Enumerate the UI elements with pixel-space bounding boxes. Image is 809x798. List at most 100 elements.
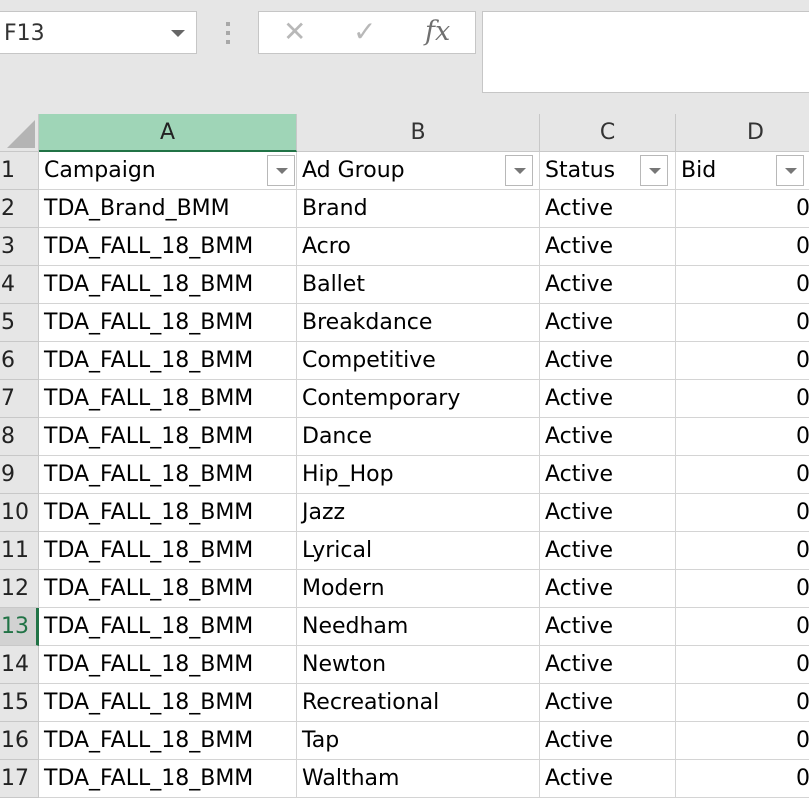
cell-d15[interactable]: 0.5 bbox=[676, 684, 809, 722]
cell-c17[interactable]: Active bbox=[540, 760, 676, 798]
cell-d12[interactable]: 0.5 bbox=[676, 570, 809, 608]
cell-c2[interactable]: Active bbox=[540, 190, 676, 228]
cell-d5[interactable]: 0.5 bbox=[676, 304, 809, 342]
cell-b6[interactable]: Competitive bbox=[297, 342, 540, 380]
row-header-17[interactable]: 17 bbox=[0, 760, 39, 798]
cell-b4[interactable]: Ballet bbox=[297, 266, 540, 304]
filter-dropdown-icon[interactable] bbox=[640, 155, 668, 186]
row-header-8[interactable]: 8 bbox=[0, 418, 39, 456]
cell-a17[interactable]: TDA_FALL_18_BMM bbox=[39, 760, 297, 798]
formula-bar-resize-grip[interactable] bbox=[226, 22, 230, 44]
row-header-2[interactable]: 2 bbox=[0, 190, 39, 228]
column-header-b[interactable]: B bbox=[297, 114, 540, 152]
row-header-12[interactable]: 12 bbox=[0, 570, 39, 608]
cancel-icon[interactable]: ✕ bbox=[283, 16, 306, 48]
cell-a15[interactable]: TDA_FALL_18_BMM bbox=[39, 684, 297, 722]
row-header-7[interactable]: 7 bbox=[0, 380, 39, 418]
enter-check-icon[interactable]: ✓ bbox=[353, 16, 376, 48]
header-cell-b[interactable]: Ad Group bbox=[297, 152, 540, 190]
cell-d11[interactable]: 0.5 bbox=[676, 532, 809, 570]
cell-b11[interactable]: Lyrical bbox=[297, 532, 540, 570]
select-all-button[interactable] bbox=[0, 114, 39, 152]
cell-c14[interactable]: Active bbox=[540, 646, 676, 684]
name-box[interactable]: F13 bbox=[0, 11, 197, 54]
cell-a12[interactable]: TDA_FALL_18_BMM bbox=[39, 570, 297, 608]
cell-c12[interactable]: Active bbox=[540, 570, 676, 608]
row-header-3[interactable]: 3 bbox=[0, 228, 39, 266]
cell-c6[interactable]: Active bbox=[540, 342, 676, 380]
cell-a8[interactable]: TDA_FALL_18_BMM bbox=[39, 418, 297, 456]
cell-b2[interactable]: Brand bbox=[297, 190, 540, 228]
cell-a10[interactable]: TDA_FALL_18_BMM bbox=[39, 494, 297, 532]
header-cell-a[interactable]: Campaign bbox=[39, 152, 297, 190]
filter-dropdown-icon[interactable] bbox=[505, 155, 533, 186]
cell-b7[interactable]: Contemporary bbox=[297, 380, 540, 418]
cell-c7[interactable]: Active bbox=[540, 380, 676, 418]
row-header-15[interactable]: 15 bbox=[0, 684, 39, 722]
cell-c9[interactable]: Active bbox=[540, 456, 676, 494]
cell-c13[interactable]: Active bbox=[540, 608, 676, 646]
cell-d6[interactable]: 0.5 bbox=[676, 342, 809, 380]
cell-b17[interactable]: Waltham bbox=[297, 760, 540, 798]
cell-a7[interactable]: TDA_FALL_18_BMM bbox=[39, 380, 297, 418]
cell-d16[interactable]: 0.5 bbox=[676, 722, 809, 760]
row-header-14[interactable]: 14 bbox=[0, 646, 39, 684]
row-header-11[interactable]: 11 bbox=[0, 532, 39, 570]
cell-c11[interactable]: Active bbox=[540, 532, 676, 570]
cell-c10[interactable]: Active bbox=[540, 494, 676, 532]
cell-a11[interactable]: TDA_FALL_18_BMM bbox=[39, 532, 297, 570]
cell-c4[interactable]: Active bbox=[540, 266, 676, 304]
cell-c16[interactable]: Active bbox=[540, 722, 676, 760]
cell-d10[interactable]: 0.5 bbox=[676, 494, 809, 532]
row-header-5[interactable]: 5 bbox=[0, 304, 39, 342]
row-header-4[interactable]: 4 bbox=[0, 266, 39, 304]
cell-b3[interactable]: Acro bbox=[297, 228, 540, 266]
cell-a4[interactable]: TDA_FALL_18_BMM bbox=[39, 266, 297, 304]
cell-a2[interactable]: TDA_Brand_BMM bbox=[39, 190, 297, 228]
cell-d4[interactable]: 0.5 bbox=[676, 266, 809, 304]
cell-a13[interactable]: TDA_FALL_18_BMM bbox=[39, 608, 297, 646]
cell-c15[interactable]: Active bbox=[540, 684, 676, 722]
column-header-c[interactable]: C bbox=[540, 114, 676, 152]
cell-a16[interactable]: TDA_FALL_18_BMM bbox=[39, 722, 297, 760]
insert-function-icon[interactable]: fx bbox=[425, 16, 450, 48]
cell-a14[interactable]: TDA_FALL_18_BMM bbox=[39, 646, 297, 684]
filter-dropdown-icon[interactable] bbox=[267, 155, 295, 186]
cell-a6[interactable]: TDA_FALL_18_BMM bbox=[39, 342, 297, 380]
row-header-9[interactable]: 9 bbox=[0, 456, 39, 494]
cell-a5[interactable]: TDA_FALL_18_BMM bbox=[39, 304, 297, 342]
column-header-a[interactable]: A bbox=[39, 114, 297, 152]
row-header-10[interactable]: 10 bbox=[0, 494, 39, 532]
name-box-value[interactable]: F13 bbox=[4, 21, 45, 46]
cell-d13[interactable]: 0.5 bbox=[676, 608, 809, 646]
cell-d7[interactable]: 0.5 bbox=[676, 380, 809, 418]
cell-d9[interactable]: 0.5 bbox=[676, 456, 809, 494]
cell-b9[interactable]: Hip_Hop bbox=[297, 456, 540, 494]
name-box-dropdown-icon[interactable] bbox=[171, 30, 185, 37]
cell-d3[interactable]: 0.5 bbox=[676, 228, 809, 266]
cell-b5[interactable]: Breakdance bbox=[297, 304, 540, 342]
row-header-13[interactable]: 13 bbox=[0, 608, 39, 646]
cell-b15[interactable]: Recreational bbox=[297, 684, 540, 722]
cell-b16[interactable]: Tap bbox=[297, 722, 540, 760]
cell-c3[interactable]: Active bbox=[540, 228, 676, 266]
cell-b10[interactable]: Jazz bbox=[297, 494, 540, 532]
cell-d2[interactable]: 0.5 bbox=[676, 190, 809, 228]
cell-b12[interactable]: Modern bbox=[297, 570, 540, 608]
row-header-6[interactable]: 6 bbox=[0, 342, 39, 380]
cell-a9[interactable]: TDA_FALL_18_BMM bbox=[39, 456, 297, 494]
cell-d14[interactable]: 0.5 bbox=[676, 646, 809, 684]
column-header-d[interactable]: D bbox=[676, 114, 809, 152]
cell-b14[interactable]: Newton bbox=[297, 646, 540, 684]
cell-a3[interactable]: TDA_FALL_18_BMM bbox=[39, 228, 297, 266]
cell-b13[interactable]: Needham bbox=[297, 608, 540, 646]
cell-c5[interactable]: Active bbox=[540, 304, 676, 342]
cell-b8[interactable]: Dance bbox=[297, 418, 540, 456]
cell-c8[interactable]: Active bbox=[540, 418, 676, 456]
row-header-16[interactable]: 16 bbox=[0, 722, 39, 760]
row-header-1[interactable]: 1 bbox=[0, 152, 39, 190]
filter-dropdown-icon[interactable] bbox=[776, 155, 804, 186]
formula-input[interactable] bbox=[482, 11, 809, 93]
cell-d8[interactable]: 0.5 bbox=[676, 418, 809, 456]
cell-d17[interactable]: 0.5 bbox=[676, 760, 809, 798]
